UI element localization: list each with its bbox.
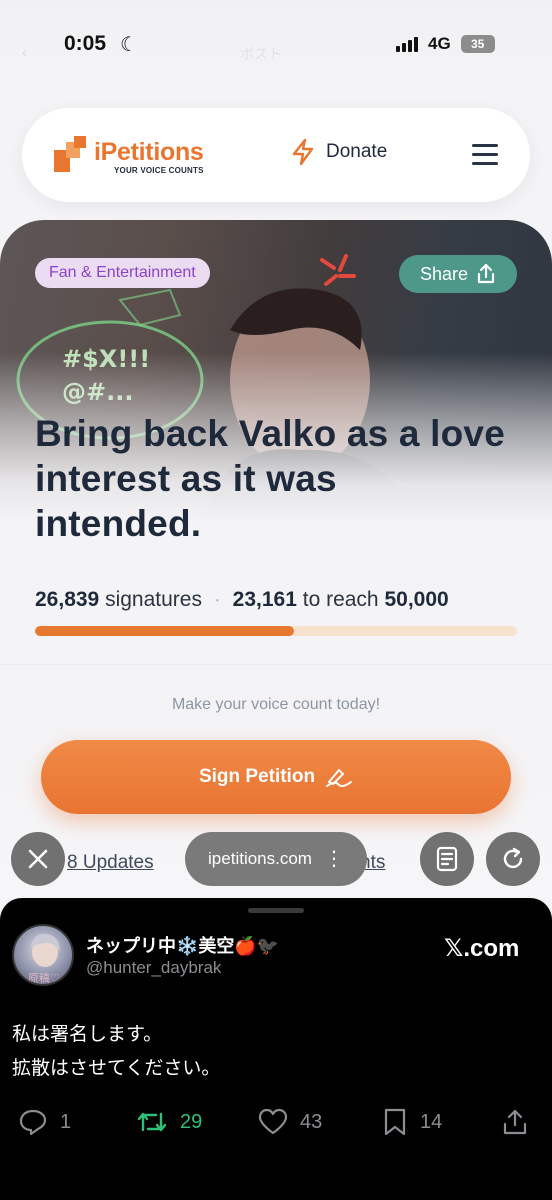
- tweet-text: 私は署名します。 拡散はさせてください。: [12, 1024, 221, 1079]
- ipetitions-logo-icon[interactable]: [54, 136, 86, 172]
- like-count: 43: [300, 1110, 323, 1133]
- reply-button[interactable]: 1: [18, 1108, 71, 1136]
- close-browser-button[interactable]: [11, 832, 65, 886]
- sign-petition-button[interactable]: Sign Petition: [41, 740, 511, 814]
- url-text: ipetitions.com: [208, 849, 312, 868]
- retweet-button[interactable]: 29: [136, 1108, 202, 1136]
- reply-count: 1: [60, 1110, 72, 1133]
- brand-tagline: YOUR VOICE COUNTS: [114, 166, 204, 175]
- signature-pen-icon: [326, 769, 353, 787]
- avatar[interactable]: 原稿♡: [12, 924, 74, 986]
- category-badge[interactable]: Fan & Entertainment: [35, 258, 210, 288]
- reach-label: to reach: [302, 588, 379, 611]
- goal-count: 50,000: [384, 588, 449, 611]
- user-handle[interactable]: @hunter_daybrak: [86, 958, 221, 978]
- like-button[interactable]: 43: [258, 1108, 322, 1136]
- x-source-logo[interactable]: 𝕏.com: [444, 934, 519, 963]
- display-name[interactable]: ネップリ中❄️美空🍎🐦‍⬛: [86, 932, 279, 958]
- reader-mode-button[interactable]: [420, 832, 474, 886]
- donate-label: Donate: [326, 141, 388, 162]
- share-icon: [503, 1109, 527, 1135]
- ghost-back-icon: ‹: [22, 44, 27, 60]
- url-bar[interactable]: ipetitions.com ⋮: [185, 832, 367, 886]
- remaining-count: 23,161: [232, 588, 297, 611]
- petition-title: Bring back Valko as a love interest as i…: [35, 413, 505, 544]
- battery-icon: 35: [460, 35, 495, 53]
- sheet-grabber[interactable]: [248, 908, 304, 913]
- hamburger-menu-icon[interactable]: [472, 144, 498, 166]
- signature-stats: 26,839 signatures · 23,161 to reach 50,0…: [35, 588, 449, 611]
- progress-fill: [35, 626, 294, 636]
- ghost-title: ポスト: [240, 46, 282, 62]
- bookmark-icon: [384, 1108, 406, 1136]
- reply-icon: [19, 1109, 47, 1136]
- moon-icon: ☾: [120, 34, 138, 56]
- status-bar: ‹ ポスト 0:05 ☾ 4G 35: [0, 0, 552, 90]
- brand-name[interactable]: iPetitions: [94, 138, 204, 167]
- lightning-icon: [292, 138, 314, 166]
- share-label: Share: [419, 263, 469, 284]
- svg-text:原稿♡: 原稿♡: [28, 971, 60, 985]
- bookmark-button[interactable]: 14: [382, 1108, 442, 1136]
- share-tweet-button[interactable]: [502, 1108, 528, 1136]
- share-icon: [477, 263, 495, 284]
- tweet-card: 原稿♡ ネップリ中❄️美空🍎🐦‍⬛ @hunter_daybrak 𝕏.com …: [0, 898, 552, 1200]
- bookmark-count: 14: [420, 1110, 443, 1133]
- sign-label: Sign Petition: [198, 766, 316, 787]
- more-options-icon[interactable]: ⋮: [324, 849, 344, 869]
- reader-icon: [436, 846, 458, 872]
- site-navbar: iPetitions YOUR VOICE COUNTS Donate: [22, 108, 530, 202]
- share-button[interactable]: Share: [399, 255, 517, 293]
- network-type: 4G: [428, 34, 451, 53]
- tweet-actions: 1 29 43 14: [18, 1108, 534, 1140]
- reload-button[interactable]: [486, 832, 540, 886]
- signature-progress-bar: [35, 626, 517, 636]
- reload-icon: [503, 847, 523, 869]
- donate-button[interactable]: Donate: [290, 138, 387, 166]
- signal-icon: [396, 36, 418, 52]
- status-time: 0:05: [64, 32, 107, 55]
- updates-link[interactable]: 8 Updates: [67, 852, 154, 874]
- close-icon: [28, 849, 48, 869]
- signatures-label: signatures: [105, 588, 202, 611]
- retweet-icon: [137, 1112, 167, 1132]
- cta-note: Make your voice count today!: [171, 696, 381, 713]
- retweet-count: 29: [180, 1110, 203, 1133]
- signature-count: 26,839: [35, 588, 100, 611]
- status-indicators: 4G 35: [396, 34, 495, 54]
- avatar-image: 原稿♡: [28, 933, 60, 985]
- heart-icon: [258, 1108, 288, 1135]
